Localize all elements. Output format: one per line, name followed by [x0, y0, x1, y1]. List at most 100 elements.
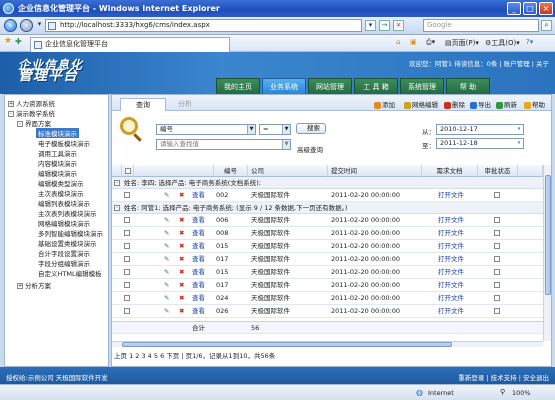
open-file-link[interactable]: 打开文件 [438, 214, 464, 227]
url-field[interactable]: http://localhost:3333/hxg6/cms/index.asp… [45, 19, 362, 32]
forward-button[interactable]: › [20, 19, 33, 32]
edit-pencil-icon[interactable]: ✎ [164, 253, 169, 266]
view-link[interactable]: 查看 [192, 240, 205, 253]
maximize-button[interactable]: □ [523, 2, 537, 15]
row-checkbox[interactable] [124, 266, 130, 279]
search-value-input[interactable]: 请输入查找值 ▼ [156, 139, 291, 150]
vertical-scroll-thumb[interactable] [545, 175, 551, 295]
open-file-link[interactable]: 打开文件 [438, 240, 464, 253]
tree-item-edit[interactable]: 编辑模块演示 [38, 168, 77, 178]
stop-button[interactable]: × [393, 20, 404, 31]
nav-tab-site[interactable]: 网站管理 [308, 78, 352, 94]
row-checkbox[interactable] [124, 214, 130, 227]
open-file-link[interactable]: 打开文件 [438, 292, 464, 305]
open-file-link[interactable]: 打开文件 [438, 227, 464, 240]
col-header-time[interactable]: 提交时间 [328, 165, 422, 177]
table-row[interactable]: ✎ ✖ 查看 015 天极国际软件 2011-02-20 00:00:00 打开… [112, 266, 543, 279]
view-link[interactable]: 查看 [192, 279, 205, 292]
edit-pencil-icon[interactable]: ✎ [164, 189, 169, 202]
tree-item-multicolumn[interactable]: 多列智能编辑模块演示 [38, 228, 103, 238]
tree-item-field-group[interactable]: 字段分组编辑演示 [38, 258, 90, 268]
group-header[interactable]: - 姓名: 阿管1; 选择产品: 电子商务系统; (显示 9 / 12 条数据,下… [112, 202, 543, 214]
nav-tab-business[interactable]: 业务系统 [262, 78, 306, 94]
table-row[interactable]: ✎ ✖ 查看 026 天极国际软件 2011-02-20 00:00:00 打开… [112, 305, 543, 318]
view-link[interactable]: 查看 [192, 292, 205, 305]
help-icon[interactable]: ?▾ [526, 38, 533, 46]
tree-item-content[interactable]: 内容模块演示 [38, 158, 77, 168]
row-checkbox[interactable] [124, 227, 130, 240]
edit-pencil-icon[interactable]: ✎ [164, 214, 169, 227]
favorites-star-icon[interactable]: ★ [4, 36, 12, 46]
col-header-status[interactable]: 审批状态 [478, 165, 518, 177]
col-header-id[interactable]: 编号 [214, 165, 248, 177]
search-input[interactable]: Google [423, 19, 539, 32]
delete-x-icon[interactable]: ✖ [179, 305, 184, 318]
tools-menu[interactable]: ⚙工具(O)▾ [485, 38, 520, 48]
collapse-icon[interactable]: - [114, 180, 120, 186]
horizontal-scrollbar[interactable] [112, 341, 543, 347]
row-checkbox[interactable] [124, 253, 130, 266]
pager[interactable]: 上页 1 2 3 4 5 6 下页 | 页1/6，记录从1到10，共56条 [114, 350, 275, 360]
calendar-icon[interactable]: ▾ [515, 125, 523, 134]
delete-x-icon[interactable]: ✖ [179, 227, 184, 240]
row-checkbox[interactable] [124, 189, 130, 202]
delete-x-icon[interactable]: ✖ [179, 292, 184, 305]
col-header-company[interactable]: 公司 [248, 165, 328, 177]
export-button[interactable]: 导出 [470, 99, 491, 109]
from-date-input[interactable]: 2010-12-17 ▾ [436, 124, 524, 135]
advanced-query-link[interactable]: 高级查询 [297, 144, 323, 154]
back-button[interactable]: ‹ [4, 19, 17, 32]
expand-icon[interactable]: + [8, 101, 14, 107]
view-link[interactable]: 查看 [192, 189, 205, 202]
tree-item-edit-list[interactable]: 编辑列表模块演示 [38, 198, 90, 208]
horizontal-scroll-thumb[interactable] [122, 342, 452, 347]
open-file-link[interactable]: 打开文件 [438, 189, 464, 202]
edit-pencil-icon[interactable]: ✎ [164, 266, 169, 279]
page-menu[interactable]: ▤页面(P)▾ [445, 38, 479, 48]
edit-pencil-icon[interactable]: ✎ [164, 227, 169, 240]
tree-item-master-detail[interactable]: 主次表模块演示 [38, 188, 84, 198]
minimize-button[interactable]: _ [507, 2, 521, 15]
col-header-doc[interactable]: 需求文档 [422, 165, 478, 177]
history-dropdown-icon[interactable]: ▾ [34, 20, 45, 31]
tree-item-sum-field[interactable]: 合计字段设置演示 [38, 248, 90, 258]
operator-select[interactable]: = ▼ [259, 124, 291, 135]
tree-item-etemplate[interactable]: 电子模板模块演示 [38, 138, 90, 148]
search-field-select[interactable]: 编号 ▼ [156, 124, 256, 135]
view-link[interactable]: 查看 [192, 266, 205, 279]
table-row[interactable]: ✎ ✖ 查看 017 天极国际软件 2011-02-20 00:00:00 打开… [112, 253, 543, 266]
zoom-icon[interactable]: ⚲ [500, 388, 505, 396]
nav-tab-toolbox[interactable]: 工 具 箱 [354, 78, 398, 94]
tree-item-call-tool[interactable]: 调用工具演示 [38, 148, 77, 158]
delete-button[interactable]: 删除 [444, 99, 465, 109]
edit-pencil-icon[interactable]: ✎ [164, 305, 169, 318]
edit-pencil-icon[interactable]: ✎ [164, 240, 169, 253]
delete-x-icon[interactable]: ✖ [179, 240, 184, 253]
view-link[interactable]: 查看 [192, 305, 205, 318]
edit-pencil-icon[interactable]: ✎ [164, 292, 169, 305]
tree-item-analysis[interactable]: + 分析方案 [17, 280, 51, 290]
view-link[interactable]: 查看 [192, 253, 205, 266]
tree-item-custom-html[interactable]: 自定义HTML编辑模板 [38, 268, 102, 278]
feeds-icon[interactable]: ▣ [410, 38, 417, 46]
help-button[interactable]: 帮助 [524, 99, 545, 109]
tree-item-standard-module[interactable]: 标准模块演示 [36, 128, 79, 138]
tree-item-demo[interactable]: - 演示教学系统 [8, 108, 55, 118]
refresh-button[interactable]: 刷新 [496, 99, 517, 109]
open-file-link[interactable]: 打开文件 [438, 253, 464, 266]
tree-item-basic-settings[interactable]: 基础设置类模块演示 [38, 238, 97, 248]
table-row[interactable]: ✎ ✖ 查看 015 天极国际软件 2011-02-20 00:00:00 打开… [112, 240, 543, 253]
nav-tab-system[interactable]: 系统管理 [400, 78, 444, 94]
edit-pencil-icon[interactable]: ✎ [164, 279, 169, 292]
go-button[interactable]: → [379, 20, 390, 31]
view-link[interactable]: 查看 [192, 214, 205, 227]
delete-x-icon[interactable]: ✖ [179, 279, 184, 292]
open-file-link[interactable]: 打开文件 [438, 266, 464, 279]
search-button[interactable]: 搜索 [296, 123, 326, 134]
row-checkbox[interactable] [124, 279, 130, 292]
tree-item-hr[interactable]: + 人力资源系统 [8, 98, 55, 108]
nav-tab-help[interactable]: 帮 助 [446, 78, 490, 94]
view-link[interactable]: 查看 [192, 227, 205, 240]
nav-tab-home[interactable]: 我的主页 [216, 78, 260, 94]
delete-x-icon[interactable]: ✖ [179, 266, 184, 279]
